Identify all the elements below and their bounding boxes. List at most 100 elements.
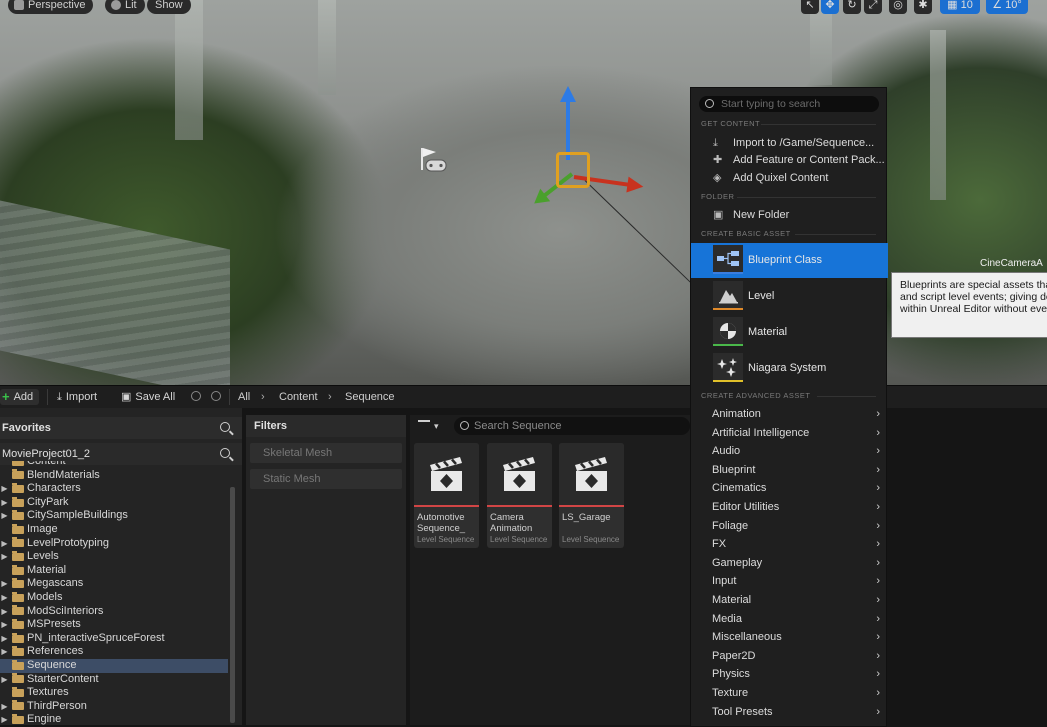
submenu-item[interactable]: Miscellaneous › [691,628,888,647]
import-button[interactable]: ⤓ Import [57,389,97,405]
folder-item[interactable]: ▶ Models [0,591,228,605]
submenu-item[interactable]: Physics › [691,665,888,684]
folder-item[interactable]: ▶ CitySampleBuildings [0,509,228,523]
surface-snap-icon[interactable]: ✱ [914,0,932,14]
submenu-item[interactable]: Audio › [691,442,888,461]
asset-tile[interactable]: Automotive Sequence_ Level Sequence [414,443,479,548]
add-button[interactable]: + Add [0,389,40,405]
chevron-right-icon: › [876,649,880,662]
folder-item[interactable]: Textures [0,686,228,700]
chevron-right-icon: › [328,391,332,403]
submenu-item[interactable]: Material › [691,591,888,610]
menu-item-quixel[interactable]: ◈ Add Quixel Content [691,169,888,187]
asset-tile[interactable]: Camera Animation Level Sequence [487,443,552,548]
folder-item[interactable]: ▶ Megascans [0,577,228,591]
chevron-right-icon[interactable]: ▶ [0,700,9,714]
content-browser-toolbar: + Add ⤓ Import ▣ Save All All › Content … [0,385,1047,408]
menu-item-new-folder[interactable]: ▣ New Folder [691,206,888,224]
forward-icon[interactable] [211,391,221,401]
submenu-label: Input [712,575,737,588]
filter-skeletal-mesh[interactable]: Skeletal Mesh [250,443,402,463]
folder-label: CitySampleBuildings [27,509,128,522]
back-icon[interactable] [191,391,201,401]
world-local-icon[interactable]: ◎ [889,0,907,14]
folder-item[interactable]: ▶ LevelPrototyping [0,537,228,551]
folder-label: Textures [27,686,69,699]
submenu-item[interactable]: Input › [691,572,888,591]
chevron-right-icon[interactable]: ▶ [0,496,9,510]
folder-item[interactable]: Image [0,523,228,537]
submenu-item[interactable]: Artificial Intelligence › [691,424,888,443]
angle-snap-button[interactable]: ∠ 10° [986,0,1028,14]
filter-static-mesh[interactable]: Static Mesh [250,469,402,489]
gizmo-z-axis[interactable] [560,86,576,160]
favorites-header[interactable]: Favorites [0,417,242,439]
level-viewport[interactable]: Perspective Lit Show ↖ ✥ ↻ ⤢ ◎ ✱ ▦ 10 ∠ … [0,0,1047,385]
submenu-item[interactable]: Editor Utilities › [691,498,888,517]
menu-item-niagara-system[interactable]: Niagara System [691,351,888,386]
chevron-right-icon[interactable]: ▶ [0,618,9,632]
asset-tile[interactable]: LS_Garage Level Sequence [559,443,624,548]
show-button[interactable]: Show [147,0,191,14]
folder-item[interactable]: Sequence [0,658,228,673]
folder-item[interactable]: ▶ MSPresets [0,618,228,632]
folder-label: Models [27,590,63,603]
folder-item[interactable]: Material [0,564,228,578]
chevron-right-icon[interactable]: ▶ [0,673,9,687]
menu-item-blueprint-class[interactable]: Blueprint Class [691,243,888,278]
chevron-right-icon[interactable]: ▶ [0,645,9,659]
folder-item[interactable]: ▶ CityPark [0,496,228,510]
submenu-item[interactable]: Tool Presets › [691,703,888,722]
search-icon[interactable] [220,422,230,432]
perspective-button[interactable]: Perspective [8,0,94,14]
breadcrumb-sequence[interactable]: Sequence [345,389,395,405]
chevron-right-icon[interactable]: ▶ [0,482,9,496]
asset-search-input[interactable]: Search Sequence [454,417,690,435]
player-start-icon[interactable] [418,146,448,174]
breadcrumb-content[interactable]: Content [279,389,318,405]
chevron-right-icon[interactable]: ▶ [0,605,9,619]
filter-icon[interactable] [418,420,430,432]
submenu-item[interactable]: Foliage › [691,517,888,536]
folder-item[interactable]: ▶ ThirdPerson [0,700,228,714]
submenu-item[interactable]: Animation › [691,405,888,424]
lit-button[interactable]: Lit [105,0,145,14]
folder-item[interactable]: ▶ ModSciInteriors [0,605,228,619]
menu-search-input[interactable]: Start typing to search [699,96,879,112]
folder-item[interactable]: Content [0,461,228,469]
submenu-item[interactable]: Gameplay › [691,554,888,573]
menu-item-level[interactable]: Level [691,279,888,314]
menu-item-import[interactable]: ⤓ Import to /Game/Sequence... [691,134,888,152]
folder-item[interactable]: ▶ Characters [0,482,228,496]
folder-item[interactable]: ▶ Levels [0,550,228,564]
submenu-item[interactable]: Blueprint › [691,461,888,480]
chevron-right-icon[interactable]: ▶ [0,577,9,591]
submenu-item[interactable]: Media › [691,610,888,629]
gizmo-center[interactable] [556,152,590,188]
grid-snap-button[interactable]: ▦ 10 [940,0,980,14]
menu-item-material[interactable]: Material [691,315,888,350]
submenu-item[interactable]: Paper2D › [691,647,888,666]
menu-item-add-feature[interactable]: ✚ Add Feature or Content Pack... [691,151,888,169]
chevron-right-icon[interactable]: ▶ [0,632,9,646]
chevron-right-icon[interactable]: ▶ [0,509,9,523]
scale-tool-icon[interactable]: ⤢ [864,0,882,14]
chevron-right-icon[interactable]: ▶ [0,550,9,564]
breadcrumb-all[interactable]: All [238,389,250,405]
submenu-item[interactable]: Texture › [691,684,888,703]
submenu-item[interactable]: Cinematics › [691,479,888,498]
folder-item[interactable]: ▶ References [0,645,228,659]
rotate-tool-icon[interactable]: ↻ [843,0,861,14]
save-all-button[interactable]: ▣ Save All [121,389,175,405]
chevron-right-icon[interactable]: ▶ [0,537,9,551]
submenu-item[interactable]: FX › [691,535,888,554]
select-tool-icon[interactable]: ↖ [801,0,819,14]
chevron-right-icon[interactable]: ▶ [0,591,9,605]
folder-item[interactable]: BlendMaterials [0,469,228,483]
folder-tree-scrollbar[interactable] [230,487,235,723]
translate-tool-icon[interactable]: ✥ [821,0,839,14]
search-icon[interactable] [220,448,230,458]
folder-item[interactable]: ▶ PN_interactiveSpruceForest [0,632,228,646]
folder-item[interactable]: ▶ StarterContent [0,673,228,687]
chevron-down-icon[interactable]: ▾ [434,421,439,432]
